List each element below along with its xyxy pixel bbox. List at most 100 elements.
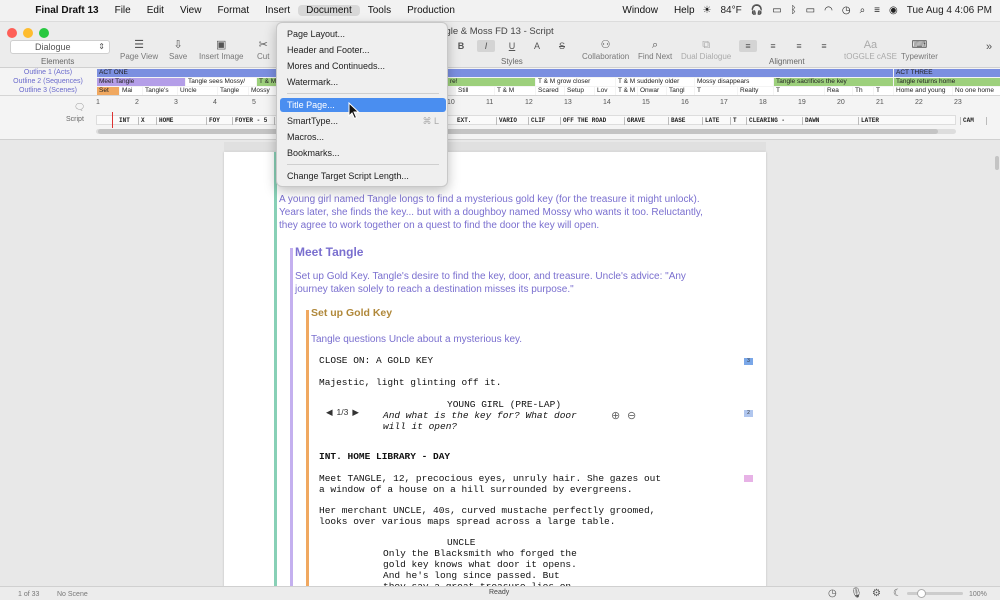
scene-bar[interactable]: Tangle's xyxy=(143,87,177,95)
menu-item-smarttype[interactable]: SmartType... ⌘ L xyxy=(280,114,446,128)
microphone-icon[interactable]: 🎙 xyxy=(850,588,863,599)
sequence-bar[interactable]: Tangle returns home xyxy=(894,78,1000,86)
timer-icon[interactable]: ◷ xyxy=(828,588,837,599)
scene-heading[interactable]: INT. HOME LIBRARY - DAY xyxy=(319,451,450,462)
scene-chip[interactable]: VARIO xyxy=(497,117,529,125)
menu-item-macros[interactable]: Macros... xyxy=(280,130,446,144)
scene-bar[interactable]: Mai xyxy=(120,87,142,95)
menu-window[interactable]: Window xyxy=(614,5,666,16)
menu-item-mores-continueds[interactable]: Mores and Continueds... xyxy=(280,59,446,73)
document-area[interactable]: A young girl named Tangle longs to find … xyxy=(0,140,1000,586)
summary-beat[interactable]: A young girl named Tangle longs to find … xyxy=(279,193,709,232)
collaboration-button[interactable]: ⚇ Collaboration xyxy=(582,39,629,61)
beat-text[interactable]: Set up Gold Key. Tangle's desire to find… xyxy=(295,270,705,296)
siri-icon[interactable]: ◉ xyxy=(889,5,898,16)
typewriter-button[interactable]: ⌨ Typewriter xyxy=(901,39,938,61)
scene-chip[interactable]: OFF THE ROAD xyxy=(561,117,625,125)
cut-button[interactable]: ✂ Cut xyxy=(257,39,269,61)
character-name[interactable]: UNCLE xyxy=(447,537,476,548)
menu-help[interactable]: Help xyxy=(666,5,703,16)
scene-bar[interactable]: Setup xyxy=(565,87,594,95)
text-style-button[interactable]: A xyxy=(528,40,546,52)
scene-bar[interactable]: T & M xyxy=(616,87,637,95)
scene-bar[interactable]: Mossy xyxy=(249,87,277,95)
night-mode-icon[interactable]: ☾ xyxy=(893,588,902,599)
menu-tools[interactable]: Tools xyxy=(360,5,399,16)
zoom-window-button[interactable] xyxy=(39,28,49,38)
menu-document[interactable]: Document xyxy=(298,5,360,16)
scene-chip[interactable]: GRAVE xyxy=(625,117,669,125)
wifi-icon[interactable]: ◠ xyxy=(824,5,833,16)
close-window-button[interactable] xyxy=(7,28,17,38)
scene-bar[interactable]: Rea xyxy=(825,87,852,95)
sequence-bar[interactable]: re! xyxy=(448,78,535,86)
clock-datetime[interactable]: Tue Aug 4 4:06 PM xyxy=(907,5,992,16)
scene-bar[interactable]: Scared xyxy=(536,87,564,95)
next-alternate-icon[interactable]: ▶ xyxy=(352,407,359,418)
scene-chip[interactable]: FOYER - 5 xyxy=(233,117,275,125)
scene-chip[interactable]: X xyxy=(139,117,157,125)
scene-bar[interactable]: Lov xyxy=(595,87,615,95)
beat-title[interactable]: Meet Tangle xyxy=(295,245,363,259)
playhead-marker[interactable] xyxy=(112,112,113,128)
scene-bar[interactable]: Tangl xyxy=(667,87,694,95)
overflow-chevron-icon[interactable]: » xyxy=(986,41,992,54)
scene-bar[interactable]: Realty xyxy=(738,87,773,95)
bold-button[interactable]: B xyxy=(452,40,470,52)
underline-button[interactable]: U xyxy=(503,40,521,52)
action-line[interactable]: Her merchant UNCLE, 40s, curved mustache… xyxy=(319,505,655,527)
align-right-button[interactable]: ≡ xyxy=(790,40,808,52)
clock-icon[interactable]: ◷ xyxy=(842,5,851,16)
control-center-icon[interactable]: ≡ xyxy=(874,5,880,16)
previous-alternate-icon[interactable]: ◀ xyxy=(326,407,333,418)
sequence-bar[interactable]: T & M suddenly older xyxy=(616,78,694,86)
menu-insert[interactable]: Insert xyxy=(257,5,298,16)
scene-bar[interactable]: T xyxy=(774,87,824,95)
menu-item-bookmarks[interactable]: Bookmarks... xyxy=(280,146,446,160)
sequence-bar[interactable]: T & M grow closer xyxy=(536,78,615,86)
scene-bar[interactable]: Still xyxy=(456,87,494,95)
scene-bar[interactable]: Onwar xyxy=(638,87,666,95)
comment-marker-icon[interactable] xyxy=(744,475,753,482)
script-page[interactable]: A young girl named Tangle longs to find … xyxy=(224,152,766,586)
italic-button[interactable]: I xyxy=(477,40,495,52)
menu-item-header-footer[interactable]: Header and Footer... xyxy=(280,43,446,57)
menu-view[interactable]: View xyxy=(172,5,210,16)
sequence-bar[interactable]: T & M xyxy=(257,78,277,86)
beat-title[interactable]: Set up Gold Key xyxy=(311,307,392,319)
sequence-bar[interactable]: Tangle sees Mossy/ xyxy=(186,78,256,86)
search-icon[interactable]: ⌕ xyxy=(860,5,866,16)
scrollbar-thumb[interactable] xyxy=(98,129,938,134)
script-note-marker[interactable]: 3 xyxy=(744,358,753,365)
vertical-scrollbar[interactable] xyxy=(995,156,999,170)
sequence-bar[interactable]: Tangle sacrifices the key xyxy=(774,78,893,86)
align-justify-button[interactable]: ≡ xyxy=(815,40,833,52)
scene-bar[interactable]: Uncle xyxy=(178,87,217,95)
scene-chip[interactable]: BASE xyxy=(669,117,703,125)
menu-item-page-layout[interactable]: Page Layout... xyxy=(280,27,446,41)
scene-bar[interactable]: Tangle xyxy=(218,87,248,95)
menu-file[interactable]: File xyxy=(107,5,139,16)
scene-bar[interactable]: T xyxy=(695,87,737,95)
scene-bar[interactable]: T & M xyxy=(495,87,535,95)
zoom-slider-handle[interactable] xyxy=(917,589,926,598)
menu-production[interactable]: Production xyxy=(399,5,463,16)
menu-item-title-page[interactable]: Title Page... xyxy=(280,98,446,112)
action-line[interactable]: Meet TANGLE, 12, precocious eyes, unruly… xyxy=(319,473,661,495)
insert-image-button[interactable]: ▣ Insert Image xyxy=(199,39,243,61)
minimize-window-button[interactable] xyxy=(23,28,33,38)
scene-strip[interactable]: INT X HOME FOY FOYER - 5 EXT. VARIO CLIF… xyxy=(96,115,987,125)
menu-item-change-target-length[interactable]: Change Target Script Length... xyxy=(280,169,446,183)
shot-line[interactable]: CLOSE ON: A GOLD KEY xyxy=(319,355,433,366)
scene-bar[interactable]: T xyxy=(874,87,893,95)
act-bar-one[interactable]: ACT ONE xyxy=(97,69,893,77)
scene-bar[interactable]: Th xyxy=(853,87,873,95)
dialogue-text[interactable]: Only the Blacksmith who forged the gold … xyxy=(383,548,577,586)
element-select[interactable]: Dialogue ⇕ xyxy=(10,40,110,54)
menu-item-watermark[interactable]: Watermark... xyxy=(280,75,446,89)
dialogue-text[interactable]: And what is the key for? What door will … xyxy=(383,410,577,432)
scene-chip[interactable]: CAM xyxy=(961,117,987,125)
scene-chip[interactable]: LATER xyxy=(859,117,961,125)
menu-format[interactable]: Format xyxy=(209,5,257,16)
dual-dialogue-button[interactable]: ⧉ Dual Dialogue xyxy=(681,39,731,61)
